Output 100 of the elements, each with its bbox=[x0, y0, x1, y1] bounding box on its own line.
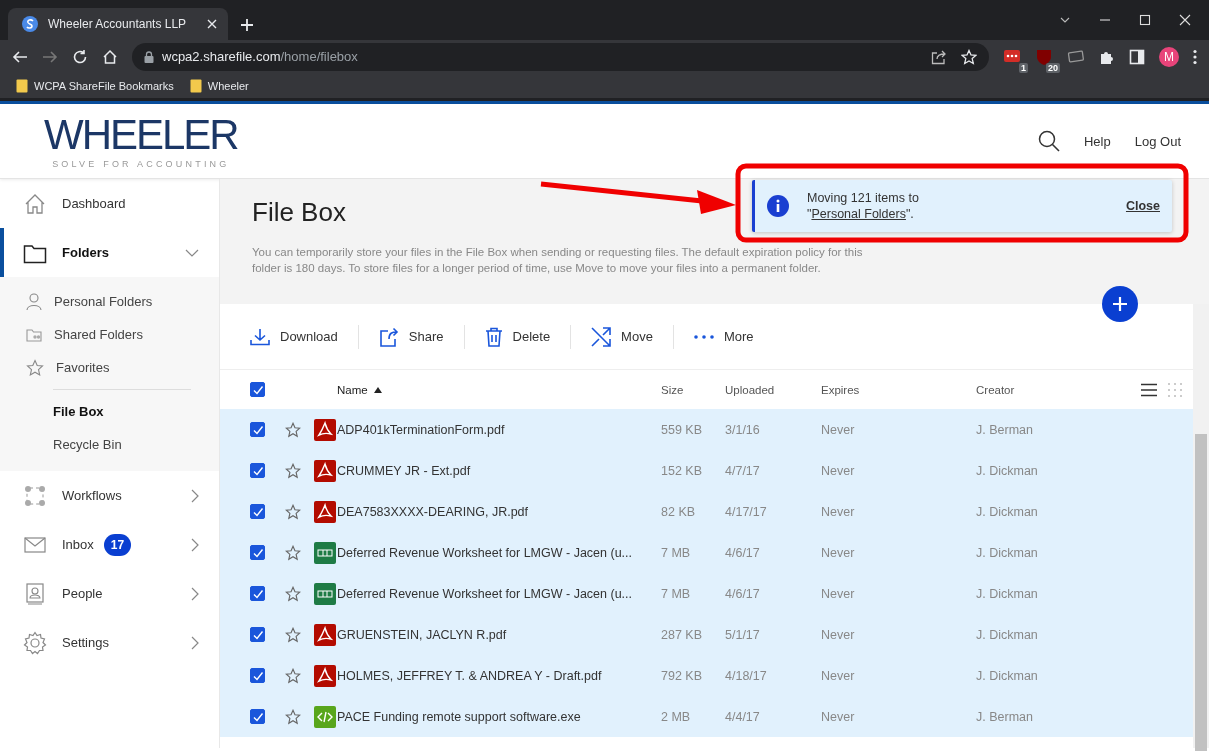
file-size: 152 KB bbox=[661, 463, 703, 478]
sidebar-item[interactable]: Dashboard bbox=[0, 179, 219, 228]
expiry: Never bbox=[821, 545, 856, 560]
favorite-star-icon[interactable] bbox=[285, 544, 301, 561]
mail-icon bbox=[24, 536, 46, 553]
sidebar-label: People bbox=[62, 586, 103, 601]
favorite-star-icon[interactable] bbox=[285, 667, 301, 684]
column-header[interactable]: Uploaded bbox=[725, 383, 775, 396]
sidebar-subitem[interactable]: Shared Folders bbox=[0, 318, 219, 351]
code-file-icon bbox=[314, 705, 336, 728]
checkbox[interactable] bbox=[250, 545, 265, 560]
bookmark-link[interactable]: Wheeler bbox=[207, 79, 249, 92]
checkbox[interactable] bbox=[250, 586, 265, 601]
sort-ascending-icon bbox=[373, 386, 382, 393]
sidebar-label: Folders bbox=[62, 245, 109, 260]
favorite-star-icon[interactable] bbox=[285, 462, 301, 479]
column-header[interactable]: Name bbox=[337, 383, 368, 396]
chevron-right-icon bbox=[191, 488, 199, 503]
contact-book-icon bbox=[25, 582, 45, 605]
toolbar-button[interactable]: Share bbox=[358, 320, 464, 353]
toolbar-button[interactable]: Download bbox=[250, 320, 358, 353]
sidebar-label: Settings bbox=[62, 635, 109, 650]
spreadsheet-file-icon bbox=[314, 541, 336, 564]
creator-name: J. Dickman bbox=[976, 668, 1039, 683]
column-header[interactable]: Expires bbox=[821, 383, 860, 396]
toolbar-button[interactable]: More bbox=[673, 320, 774, 353]
creator-name: J. Dickman bbox=[976, 586, 1039, 601]
bookmark-star-icon bbox=[961, 48, 977, 65]
file-name[interactable]: CRUMMEY JR - Ext.pdf bbox=[337, 463, 661, 478]
upload-date: 4/17/17 bbox=[725, 504, 768, 519]
file-name[interactable]: Deferred Revenue Worksheet for LMGW - Jacen (u... bbox=[337, 586, 661, 601]
sidebar-subitem[interactable]: Recycle Bin bbox=[0, 428, 219, 461]
toolbar-button[interactable]: Move bbox=[571, 320, 673, 353]
file-name[interactable]: DEA7583XXXX-DEARING, JR.pdf bbox=[337, 504, 661, 519]
favorite-star-icon[interactable] bbox=[285, 503, 301, 520]
header-link[interactable]: Help bbox=[1084, 133, 1111, 149]
close-icon bbox=[1179, 14, 1191, 26]
sidebar-label: File Box bbox=[53, 404, 104, 419]
notification-message: Moving 121 items to "Personal Folders". bbox=[807, 190, 920, 222]
file-size: 7 MB bbox=[661, 586, 692, 601]
file-name[interactable]: GRUENSTEIN, JACLYN R.pdf bbox=[337, 627, 661, 642]
file-size: 7 MB bbox=[661, 545, 692, 560]
file-size: 287 KB bbox=[661, 627, 703, 642]
upload-date: 4/7/17 bbox=[725, 463, 761, 478]
column-header[interactable]: Creator bbox=[976, 383, 1015, 396]
toolbar-button[interactable]: Delete bbox=[464, 320, 571, 353]
checkbox[interactable] bbox=[250, 504, 265, 519]
sidebar-label: Shared Folders bbox=[54, 327, 143, 342]
sidebar-item[interactable]: Workflows bbox=[0, 471, 219, 520]
expiry: Never bbox=[821, 504, 856, 519]
profile-avatar[interactable]: M bbox=[1159, 46, 1179, 67]
creator-name: J. Berman bbox=[976, 709, 1034, 724]
sidebar-item[interactable]: Inbox 17 bbox=[0, 520, 219, 569]
pdf-file-icon bbox=[314, 664, 336, 687]
address-bar[interactable]: wcpa2.sharefile.com/home/filebox bbox=[132, 42, 989, 71]
pdf-file-icon bbox=[314, 459, 336, 482]
file-name[interactable]: ADP401kTerminationForm.pdf bbox=[337, 422, 661, 437]
sidebar-label: Workflows bbox=[62, 488, 122, 503]
favorite-star-icon[interactable] bbox=[285, 626, 301, 643]
file-name[interactable]: HOLMES, JEFFREY T. & ANDREA Y - Draft.pdf bbox=[337, 668, 661, 683]
creator-name: J. Dickman bbox=[976, 504, 1039, 519]
checkbox[interactable] bbox=[250, 627, 265, 642]
search-icon bbox=[1038, 130, 1060, 152]
expiry: Never bbox=[821, 586, 856, 601]
gear-icon bbox=[23, 630, 47, 655]
column-header[interactable]: Size bbox=[661, 383, 684, 396]
favorite-star-icon[interactable] bbox=[285, 708, 301, 725]
file-name[interactable]: Deferred Revenue Worksheet for LMGW - Jacen (u... bbox=[337, 545, 661, 560]
browser-tab[interactable]: Wheeler Accountants LLP bbox=[8, 8, 228, 40]
plus-icon bbox=[240, 18, 254, 32]
bookmark-link[interactable]: WCPA ShareFile Bookmarks bbox=[34, 79, 174, 92]
close-link[interactable]: Close bbox=[1125, 199, 1160, 213]
checkbox[interactable] bbox=[250, 463, 265, 478]
sidebar-subitem[interactable]: Personal Folders bbox=[0, 285, 219, 318]
file-size: 792 KB bbox=[661, 668, 703, 683]
checkbox[interactable] bbox=[250, 668, 265, 683]
upload-date: 4/18/17 bbox=[725, 668, 768, 683]
add-button[interactable] bbox=[1102, 286, 1138, 322]
folder-link[interactable]: Personal Folders bbox=[811, 207, 906, 221]
checkbox[interactable] bbox=[250, 709, 265, 724]
creator-name: J. Dickman bbox=[976, 627, 1039, 642]
file-name[interactable]: PACE Funding remote support software.exe bbox=[337, 709, 661, 724]
shared-folder-icon bbox=[26, 326, 42, 343]
favorite-star-icon[interactable] bbox=[285, 585, 301, 602]
workflow-icon bbox=[24, 484, 46, 507]
page-title: File Box bbox=[252, 197, 346, 228]
sidebar-item[interactable]: Settings bbox=[0, 618, 219, 667]
sidebar-subitem[interactable]: Favorites bbox=[0, 351, 219, 384]
header-link[interactable]: Log Out bbox=[1134, 133, 1181, 149]
checkbox[interactable] bbox=[250, 422, 265, 437]
sidebar-subitem[interactable]: File Box bbox=[0, 395, 219, 428]
favorite-star-icon[interactable] bbox=[285, 421, 301, 438]
sidebar-item[interactable]: People bbox=[0, 569, 219, 618]
grid-view-icon bbox=[1167, 381, 1183, 398]
lock-icon bbox=[144, 50, 154, 63]
checkbox[interactable] bbox=[250, 382, 265, 397]
expiry: Never bbox=[821, 709, 856, 724]
sharefile-icon bbox=[22, 16, 38, 32]
file-size: 559 KB bbox=[661, 422, 703, 437]
chevron-down-icon bbox=[185, 248, 199, 257]
